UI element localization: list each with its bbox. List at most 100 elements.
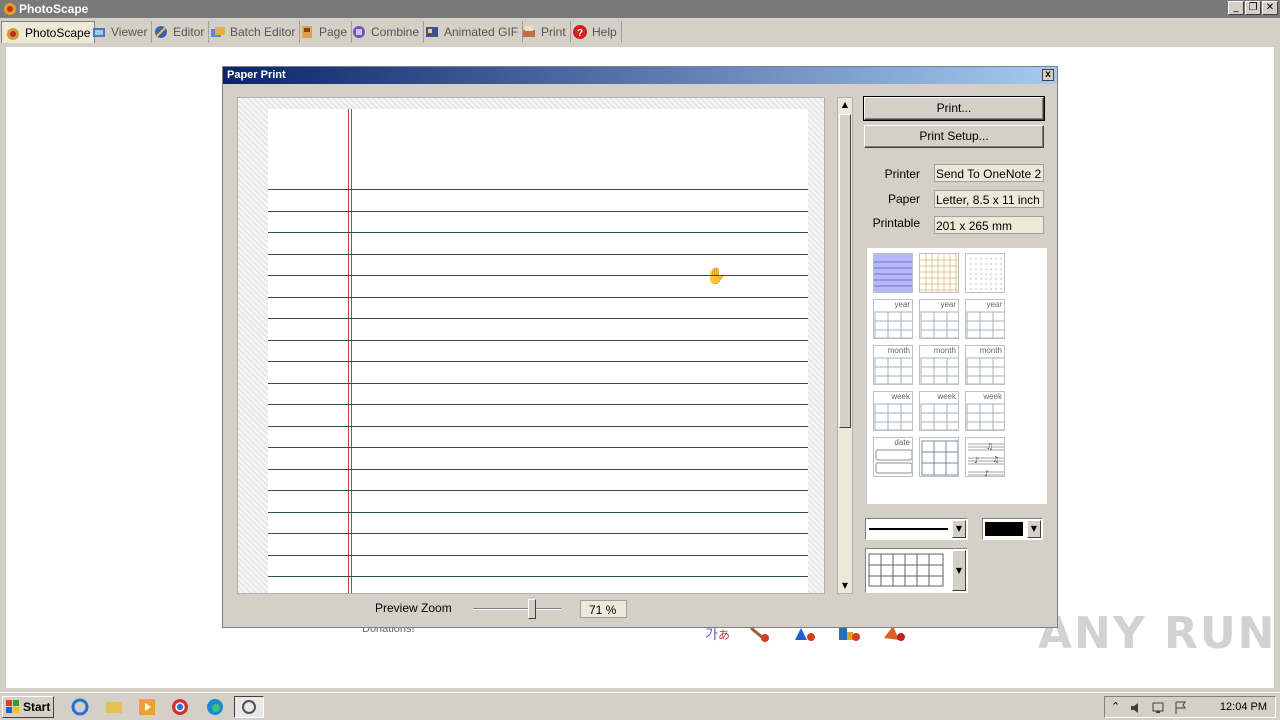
printer-field: Send To OneNote 2 (934, 164, 1044, 182)
tab-editor[interactable]: Editor (150, 21, 210, 43)
zoom-slider-track[interactable] (473, 608, 561, 610)
grid-pattern-preview (868, 553, 944, 587)
line-color-dropdown[interactable]: ▼ (982, 518, 1043, 540)
tab-label: Viewer (111, 25, 148, 39)
line-style-dropdown[interactable]: ▼ (865, 518, 968, 540)
editor-icon (153, 24, 169, 40)
tab-label: Print (541, 25, 566, 39)
scroll-thumb[interactable] (839, 114, 851, 428)
tab-label: Animated GIF (444, 25, 519, 39)
folder-icon[interactable] (104, 697, 124, 717)
template-gallery: year year year month month month week week week d… (867, 248, 1047, 504)
svg-text:♪: ♪ (974, 456, 979, 465)
svg-text:♫: ♫ (992, 455, 999, 464)
ruled-line (268, 189, 808, 190)
template-label: year (940, 300, 956, 309)
template-thumbnail[interactable] (919, 437, 959, 477)
template-label: date (894, 438, 910, 447)
grid-pattern-dropdown[interactable]: ▼ (865, 548, 968, 593)
svg-text:♫: ♫ (986, 442, 993, 451)
template-thumbnail[interactable]: week (873, 391, 913, 431)
print-icon (521, 24, 537, 40)
tab-label: Editor (173, 25, 205, 39)
chevron-down-icon[interactable]: ▼ (1027, 520, 1041, 538)
ie-icon[interactable] (70, 697, 90, 717)
start-button[interactable]: Start (2, 696, 54, 718)
ruled-line (268, 555, 808, 556)
template-label: week (891, 392, 910, 401)
template-thumbnail[interactable]: year (919, 299, 959, 339)
tab-help[interactable]: ? Help (569, 21, 622, 43)
print-setup-button[interactable]: Print Setup... (864, 125, 1044, 148)
volume-icon[interactable] (1129, 700, 1145, 716)
photoscape-task-icon (242, 700, 256, 714)
printer-label: Printer (884, 167, 920, 181)
template-thumbnail[interactable] (873, 253, 913, 293)
ruled-line (268, 426, 808, 427)
media-player-icon[interactable] (137, 697, 157, 717)
ruled-line (268, 318, 808, 319)
tab-label: Combine (371, 25, 420, 39)
template-thumbnail[interactable]: year (965, 299, 1005, 339)
zoom-slider-thumb[interactable] (528, 599, 536, 619)
paper-field: Letter, 8.5 x 11 inch (934, 190, 1044, 208)
template-label: week (937, 392, 956, 401)
tab-animated-gif[interactable]: Animated GIF (421, 21, 524, 43)
system-tray: ⌃ 12:04 PM (1104, 696, 1276, 718)
margin-line (351, 109, 352, 593)
chrome-icon[interactable] (170, 697, 190, 717)
template-thumbnail[interactable]: week (919, 391, 959, 431)
tab-viewer[interactable]: Viewer (88, 21, 153, 43)
template-label: year (894, 300, 910, 309)
scroll-down-icon[interactable]: ▼ (839, 580, 851, 592)
template-thumbnail[interactable]: month (873, 345, 913, 385)
tab-print[interactable]: Print (518, 21, 571, 43)
dialog-titlebar: Paper Print x (223, 67, 1057, 84)
close-app-button[interactable]: ✕ (1262, 1, 1278, 15)
tab-label: Page (319, 25, 348, 39)
template-thumbnail[interactable]: year (873, 299, 913, 339)
template-thumbnail[interactable]: month (919, 345, 959, 385)
chevron-down-icon[interactable]: ▼ (952, 520, 966, 538)
template-thumbnail[interactable] (919, 253, 959, 293)
start-label: Start (23, 700, 51, 714)
printable-field: 201 x 265 mm (934, 216, 1044, 234)
template-thumbnail[interactable]: date (873, 437, 913, 477)
line-style-preview (869, 528, 948, 530)
restore-button[interactable]: ❐ (1245, 1, 1261, 15)
tab-batch-editor[interactable]: Batch Editor (207, 21, 301, 43)
ruled-line (268, 447, 808, 448)
template-label: year (986, 300, 1002, 309)
ruled-line (268, 576, 808, 577)
ruled-line (268, 383, 808, 384)
tab-photoscape[interactable]: PhotoScape (1, 21, 96, 43)
flag-notification-icon[interactable] (1173, 700, 1189, 716)
minimize-button[interactable]: _ (1228, 1, 1244, 15)
app-title: PhotoScape (19, 2, 89, 16)
watermark: ANY RUN (1038, 608, 1277, 659)
svg-text:가: 가 (705, 627, 718, 643)
dialog-close-button[interactable]: x (1042, 69, 1054, 81)
combine-icon (351, 24, 367, 40)
template-thumbnail[interactable]: week (965, 391, 1005, 431)
edge-icon[interactable] (205, 697, 225, 717)
template-thumbnail[interactable]: month (965, 345, 1005, 385)
preview-scrollbar[interactable]: ▲ ▼ (837, 97, 853, 594)
chevron-down-icon[interactable]: ▼ (952, 550, 966, 591)
paper-preview[interactable]: ✋ (237, 97, 825, 594)
tab-page[interactable]: Page (296, 21, 353, 43)
template-thumbnail[interactable] (965, 253, 1005, 293)
windows-flag-icon (6, 700, 19, 713)
tab-combine[interactable]: Combine (348, 21, 425, 43)
print-button[interactable]: Print... (863, 96, 1045, 121)
scroll-up-icon[interactable]: ▲ (839, 99, 851, 111)
network-icon[interactable] (1151, 700, 1167, 716)
ruled-line (268, 211, 808, 212)
batch-editor-icon (210, 24, 226, 40)
tray-expand-icon[interactable]: ⌃ (1111, 700, 1120, 713)
ruled-line (268, 297, 808, 298)
paper-label: Paper (887, 192, 920, 206)
template-thumbnail[interactable]: ♫ ♪ ♫ ♪ (965, 437, 1005, 477)
preview-zoom-label: Preview Zoom (375, 601, 452, 615)
photoscape-task-button[interactable] (234, 696, 264, 718)
